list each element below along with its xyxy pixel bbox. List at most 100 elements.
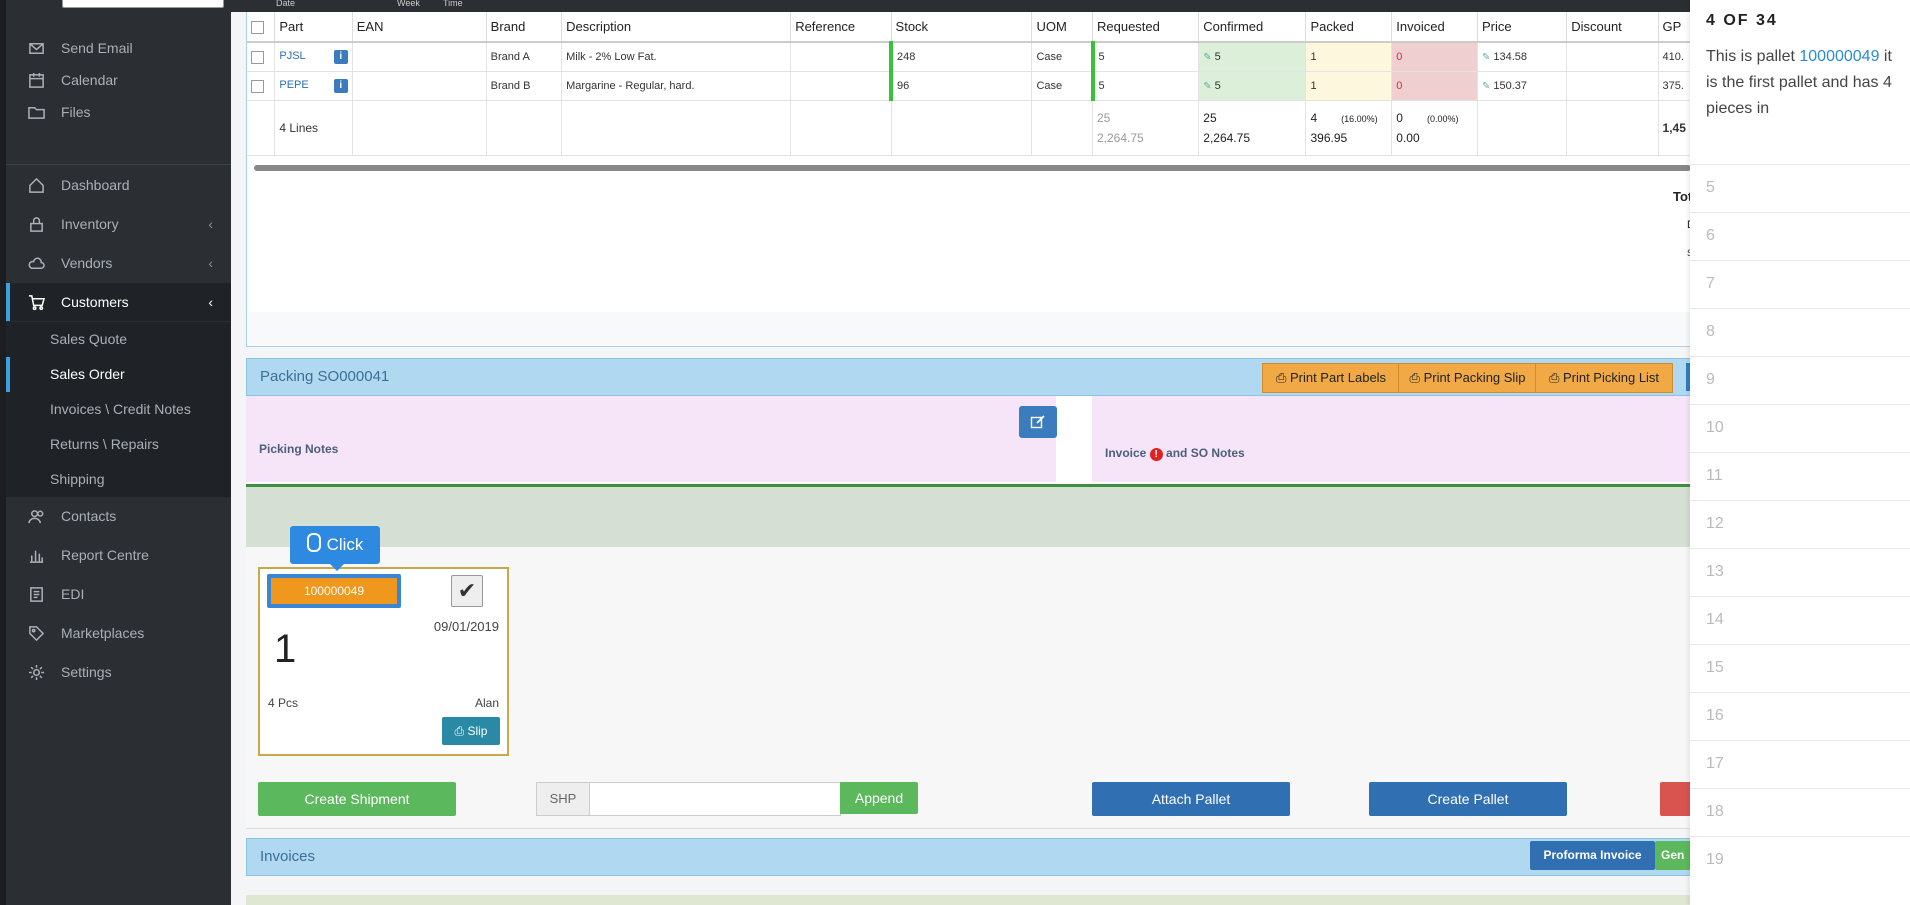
- price-cell[interactable]: ✎ 150.37: [1477, 71, 1568, 101]
- tour-pallet-link[interactable]: 100000049: [1799, 48, 1879, 65]
- tour-step-item[interactable]: 10: [1690, 404, 1910, 453]
- mail-icon: [24, 40, 48, 57]
- edit-notes-button[interactable]: [1019, 406, 1057, 438]
- check-icon: ✔: [457, 578, 477, 603]
- horizontal-scrollbar[interactable]: [254, 165, 1691, 171]
- discount-cell: [1566, 71, 1659, 101]
- invoices-title: Invoices: [260, 848, 316, 865]
- column-header[interactable]: Price: [1477, 12, 1568, 43]
- tooltip-label: Click: [326, 535, 364, 554]
- column-header[interactable]: Invoiced: [1391, 12, 1478, 43]
- column-header[interactable]: Description: [561, 12, 792, 43]
- pallet-date: 09/01/2019: [433, 619, 499, 634]
- invoiced-cell: 0: [1391, 42, 1478, 72]
- submenu-item-sales-quote[interactable]: Sales Quote: [6, 322, 231, 357]
- discount-cell: [1566, 42, 1659, 72]
- tour-step-item[interactable]: 8: [1690, 308, 1910, 357]
- reference-cell: [790, 42, 892, 72]
- stock-cell: 96: [889, 71, 1033, 101]
- price-cell[interactable]: ✎ 134.58: [1477, 42, 1568, 72]
- column-header[interactable]: Stock: [891, 12, 1033, 43]
- tour-step-item[interactable]: 18: [1690, 788, 1910, 837]
- slip-button[interactable]: ⎙ Slip: [442, 717, 500, 745]
- pencil-icon[interactable]: ✎: [1203, 52, 1211, 63]
- confirmed-cell[interactable]: ✎ 5: [1198, 42, 1307, 72]
- tour-step-item[interactable]: 11: [1690, 452, 1910, 501]
- pencil-icon[interactable]: ✎: [1482, 52, 1490, 63]
- sidebar-item-marketplaces[interactable]: Marketplaces: [6, 614, 231, 652]
- sidebar-item-label: Files: [61, 104, 91, 120]
- pallet-id-button[interactable]: 100000049: [267, 574, 401, 608]
- pallet-checkbox[interactable]: ✔: [451, 575, 483, 607]
- column-header[interactable]: UOM: [1031, 12, 1093, 43]
- tour-step-item[interactable]: 19: [1690, 836, 1910, 885]
- submenu-item-returns-repairs[interactable]: Returns \ Repairs: [6, 427, 231, 462]
- pencil-icon[interactable]: ✎: [1482, 81, 1490, 92]
- pallet-toolbar: [246, 487, 1690, 547]
- column-header[interactable]: GP: [1658, 12, 1692, 43]
- submenu-item-shipping[interactable]: Shipping: [6, 462, 231, 497]
- submenu-item-invoices-credit-notes[interactable]: Invoices \ Credit Notes: [6, 392, 231, 427]
- gp-cell: 410.: [1658, 42, 1692, 72]
- sidebar-item-dashboard[interactable]: Dashboard: [6, 166, 231, 204]
- tour-step-item[interactable]: 6: [1690, 212, 1910, 261]
- column-header[interactable]: Packed: [1305, 12, 1393, 43]
- generate-invoice-button[interactable]: Gen: [1655, 841, 1691, 870]
- proforma-invoice-button[interactable]: Proforma Invoice: [1530, 841, 1655, 870]
- info-icon[interactable]: i: [333, 79, 348, 93]
- row-checkbox[interactable]: [247, 42, 276, 72]
- tour-step-item[interactable]: 15: [1690, 644, 1910, 693]
- part-link[interactable]: PJSL: [279, 50, 305, 62]
- shipment-number-input[interactable]: [589, 782, 841, 816]
- part-cell[interactable]: PEPE i: [274, 71, 353, 101]
- sidebar-item-contacts[interactable]: Contacts: [6, 497, 231, 535]
- sidebar-item-edi[interactable]: EDI: [6, 575, 231, 613]
- tour-step-item[interactable]: 13: [1690, 548, 1910, 597]
- picking-notes-panel: Picking Notes: [246, 396, 1057, 482]
- packed-pct-total: (16.00%): [1341, 114, 1378, 124]
- column-header[interactable]: Brand: [486, 12, 563, 43]
- print-part-labels-button[interactable]: ⎙ Print Part Labels: [1262, 363, 1400, 393]
- sidebar-item-files[interactable]: Files: [6, 93, 231, 131]
- tour-step-item[interactable]: 9: [1690, 356, 1910, 405]
- sidebar-item-inventory[interactable]: Inventory ‹: [6, 205, 231, 243]
- column-header[interactable]: Confirmed: [1198, 12, 1307, 43]
- tour-step-item[interactable]: 16: [1690, 692, 1910, 741]
- column-header[interactable]: Requested: [1092, 12, 1200, 43]
- button-label: Print Packing Slip: [1423, 370, 1526, 385]
- column-header[interactable]: EAN: [352, 12, 487, 43]
- delete-pallet-button[interactable]: [1660, 782, 1690, 816]
- sidebar-item-settings[interactable]: Settings: [6, 653, 231, 691]
- part-link[interactable]: PEPE: [279, 79, 308, 91]
- pallet-user: Alan: [474, 696, 499, 710]
- packed-val-total: 396.95: [1310, 131, 1348, 145]
- sidebar-item-customers[interactable]: Customers ‹: [6, 283, 231, 321]
- tour-step-item[interactable]: 5: [1690, 164, 1910, 213]
- create-shipment-button[interactable]: Create Shipment: [258, 782, 456, 816]
- confirmed-cell[interactable]: ✎ 5: [1198, 71, 1307, 101]
- sidebar-item-report-centre[interactable]: Report Centre: [6, 536, 231, 574]
- info-icon[interactable]: i: [333, 50, 348, 64]
- create-pallet-button[interactable]: Create Pallet: [1369, 782, 1567, 816]
- row-checkbox[interactable]: [247, 71, 276, 101]
- print-packing-slip-button[interactable]: ⎙ Print Packing Slip: [1398, 363, 1537, 393]
- column-header[interactable]: Discount: [1566, 12, 1659, 43]
- append-button[interactable]: Append: [840, 782, 918, 814]
- requested-qty-total: 25: [1097, 111, 1111, 125]
- column-header[interactable]: Reference: [790, 12, 892, 43]
- sidebar-item-vendors[interactable]: Vendors ‹: [6, 244, 231, 282]
- cloud-icon: [24, 255, 48, 272]
- search-input[interactable]: [62, 0, 224, 8]
- tour-step-item[interactable]: 14: [1690, 596, 1910, 645]
- pencil-icon[interactable]: ✎: [1203, 81, 1211, 92]
- print-picking-list-button[interactable]: ⎙ Print Picking List: [1535, 363, 1673, 393]
- tour-step-item[interactable]: 12: [1690, 500, 1910, 549]
- attach-pallet-button[interactable]: Attach Pallet: [1092, 782, 1290, 816]
- part-cell[interactable]: PJSL i: [274, 42, 353, 72]
- tour-step-item[interactable]: 7: [1690, 260, 1910, 309]
- select-all-checkbox[interactable]: [247, 12, 276, 43]
- tour-step-item[interactable]: 17: [1690, 740, 1910, 789]
- totals-blank: [1031, 100, 1093, 156]
- submenu-item-sales-order[interactable]: Sales Order: [6, 357, 231, 392]
- column-header[interactable]: Part: [274, 12, 353, 43]
